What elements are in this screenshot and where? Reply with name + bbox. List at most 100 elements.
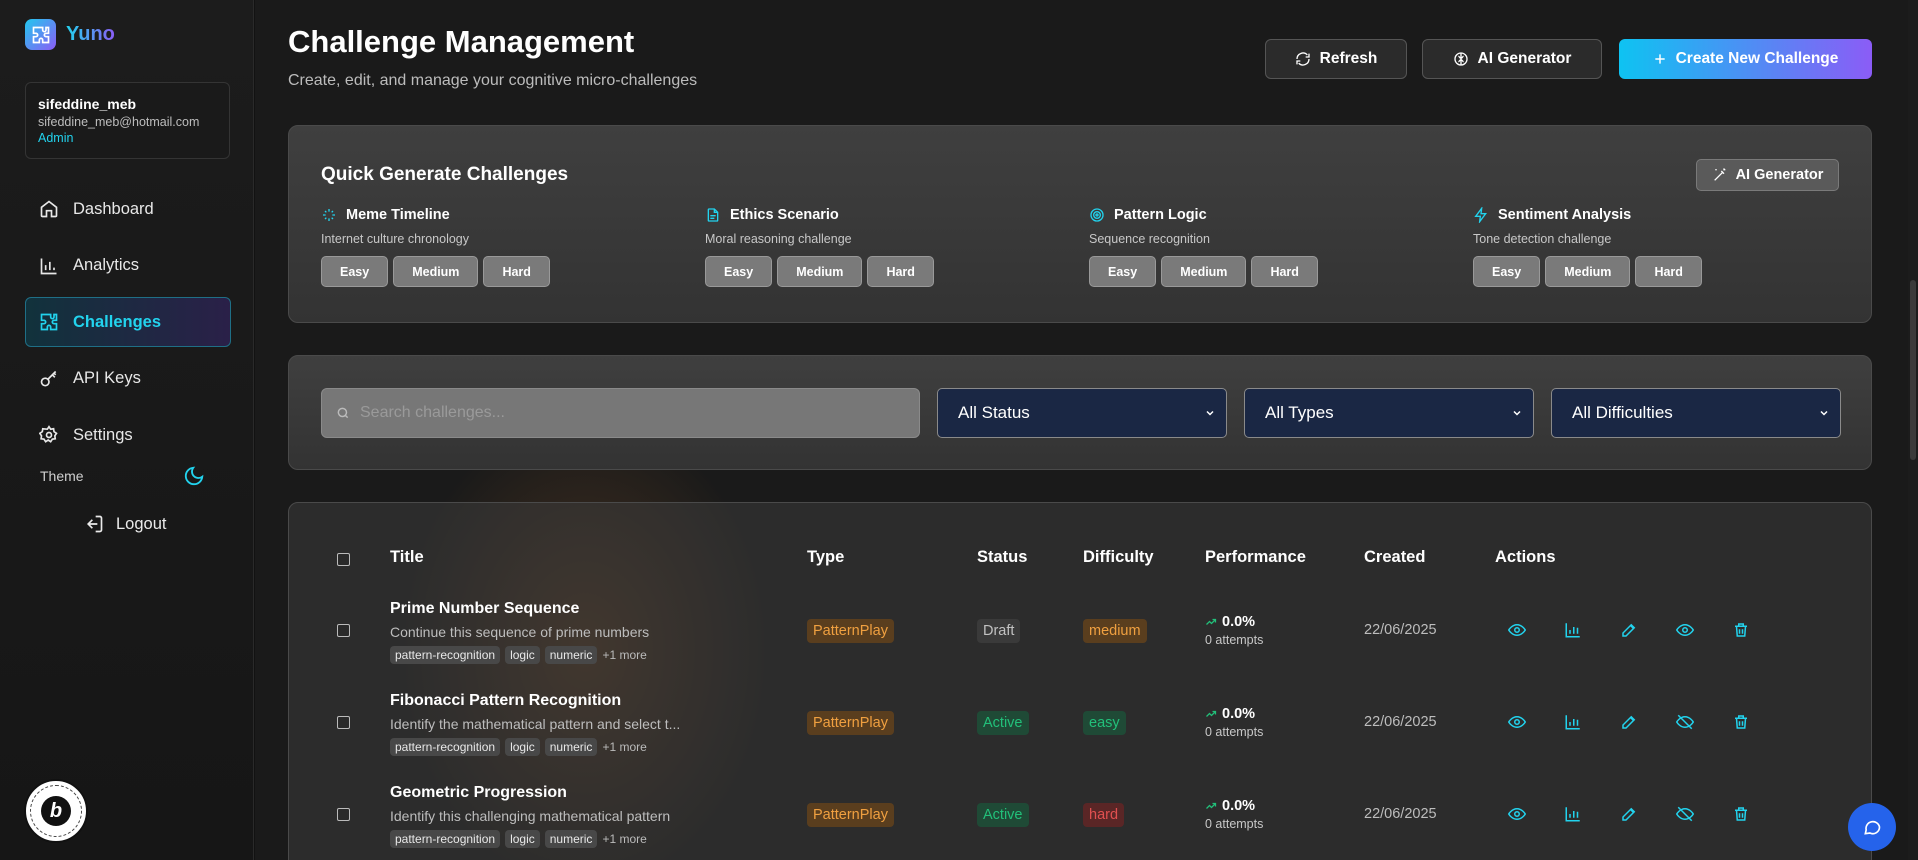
difficulty-badge: medium [1083,619,1147,643]
sidebar-item-settings[interactable]: Settings [25,410,231,460]
create-new-challenge-button[interactable]: Create New Challenge [1619,39,1872,79]
column-header-created[interactable]: Created [1364,548,1425,567]
brand[interactable]: Yuno [25,19,115,50]
sidebar-item-label: API Keys [73,369,141,387]
category-desc: Sequence recognition [1089,232,1210,246]
scrollbar[interactable] [1908,0,1918,860]
sidebar-item-api-keys[interactable]: API Keys [25,354,231,404]
scrollbar-thumb[interactable] [1910,280,1916,460]
toggle-visibility-button-hide-icon[interactable] [1676,805,1694,823]
more-tags: +1 more [602,832,647,846]
tag: pattern-recognition [390,830,501,848]
category-name: Pattern Logic [1114,207,1207,223]
chat-button[interactable] [1848,803,1896,851]
column-header-performance[interactable]: Performance [1205,548,1306,567]
column-header-difficulty[interactable]: Difficulty [1083,548,1154,567]
created-date: 22/06/2025 [1364,806,1437,822]
edit-button-edit-icon[interactable] [1620,805,1638,823]
row-title[interactable]: Fibonacci Pattern Recognition [390,692,680,710]
sidebar-nav: Dashboard Analytics Challenges API Keys … [25,184,231,467]
quick-generate-meme-timeline: Meme Timeline Internet culture chronolog… [321,207,681,287]
type-select[interactable]: All Types [1244,388,1534,438]
row-tags: pattern-recognition logic numeric +1 mor… [390,830,670,848]
delete-button-trash-icon[interactable] [1732,805,1750,823]
category-header: Ethics Scenario [705,207,1065,223]
logout-label: Logout [116,514,167,533]
performance-value: 0.0% [1222,706,1256,722]
hard-button[interactable]: Hard [1635,256,1702,287]
sidebar-item-dashboard[interactable]: Dashboard [25,184,231,234]
performance-cell: 0.0% 0 attempts [1205,798,1263,831]
user-card: sifeddine_meb sifeddine_meb@hotmail.com … [25,82,230,159]
row-title[interactable]: Geometric Progression [390,784,670,802]
medium-button[interactable]: Medium [777,256,863,287]
column-header-type[interactable]: Type [807,548,844,567]
sidebar: Yuno sifeddine_meb sifeddine_meb@hotmail… [0,0,254,860]
bolt-badge[interactable]: b [24,779,88,843]
delete-button-trash-icon[interactable] [1732,621,1750,639]
type-badge: PatternPlay [807,803,894,827]
logout-button[interactable]: Logout [84,514,166,534]
moon-icon[interactable] [183,465,205,487]
magic-wand-icon [1713,168,1725,181]
sidebar-item-challenges[interactable]: Challenges [25,297,231,347]
chevron-down-icon [1513,410,1521,416]
sidebar-item-analytics[interactable]: Analytics [25,241,231,291]
hard-button[interactable]: Hard [1251,256,1318,287]
row-checkbox[interactable] [337,808,350,821]
search-box[interactable] [321,388,920,438]
select-all-checkbox[interactable] [337,553,350,566]
category-name: Meme Timeline [346,207,450,223]
category-header: Meme Timeline [321,207,681,223]
delete-button-trash-icon[interactable] [1732,713,1750,731]
trending-up-icon [1206,802,1217,809]
view-button-view-icon[interactable] [1508,713,1526,731]
category-desc: Internet culture chronology [321,232,470,246]
easy-button[interactable]: Easy [1473,256,1541,287]
easy-button[interactable]: Easy [321,256,389,287]
category-name: Ethics Scenario [730,207,839,223]
home-icon [40,200,58,218]
ai-generator-button[interactable]: AI Generator [1422,39,1602,79]
puzzle-logo-icon [25,19,56,50]
medium-button[interactable]: Medium [1545,256,1631,287]
view-button-view-icon[interactable] [1508,621,1526,639]
edit-button-edit-icon[interactable] [1620,713,1638,731]
type-badge: PatternPlay [807,711,894,735]
search-input[interactable] [360,404,900,422]
toggle-visibility-button-visibility-icon[interactable] [1676,621,1694,639]
medium-button[interactable]: Medium [1161,256,1247,287]
medium-button[interactable]: Medium [393,256,479,287]
quick-generate-pattern-logic: Pattern Logic Sequence recognition Easy … [1089,207,1449,287]
tag: numeric [544,646,598,664]
status-select[interactable]: All Status [937,388,1227,438]
view-button-view-icon[interactable] [1508,805,1526,823]
difficulty-badge: hard [1083,803,1125,827]
hard-button[interactable]: Hard [483,256,550,287]
row-title-cell: Fibonacci Pattern Recognition Identify t… [390,692,680,756]
badge-ring [30,785,82,837]
row-title[interactable]: Prime Number Sequence [390,600,649,618]
analytics-button-analytics-icon[interactable] [1564,713,1582,731]
panel-ai-generator-button[interactable]: AI Generator [1696,159,1839,191]
easy-button[interactable]: Easy [705,256,773,287]
toggle-visibility-button-hide-icon[interactable] [1676,713,1694,731]
column-header-title[interactable]: Title [390,548,424,567]
logout-icon [86,515,103,533]
difficulty-select[interactable]: All Difficulties [1551,388,1841,438]
row-checkbox[interactable] [337,716,350,729]
puzzle-icon [40,313,58,331]
edit-button-edit-icon[interactable] [1620,621,1638,639]
analytics-button-analytics-icon[interactable] [1564,805,1582,823]
quick-generate-ethics-scenario: Ethics Scenario Moral reasoning challeng… [705,207,1065,287]
column-header-status[interactable]: Status [977,548,1027,567]
refresh-button[interactable]: Refresh [1265,39,1407,79]
hard-button[interactable]: Hard [867,256,934,287]
row-title-cell: Geometric Progression Identify this chal… [390,784,670,848]
row-checkbox[interactable] [337,624,350,637]
easy-button[interactable]: Easy [1089,256,1157,287]
status-badge: Active [977,711,1029,735]
type-badge: PatternPlay [807,619,894,643]
sidebar-item-label: Challenges [73,312,162,331]
analytics-button-analytics-icon[interactable] [1564,621,1582,639]
